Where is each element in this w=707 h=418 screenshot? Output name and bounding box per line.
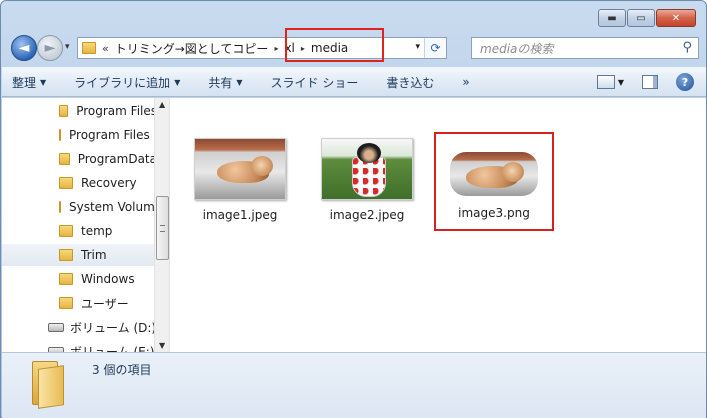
more-commands-icon: » (462, 75, 470, 89)
back-button[interactable]: ◄ (11, 35, 37, 61)
tree-item[interactable]: Windows (2, 268, 157, 290)
folder-icon (59, 105, 69, 117)
folder-icon (32, 359, 66, 409)
tree-item-selected[interactable]: Trim (2, 244, 157, 266)
chevron-down-icon: ▼ (40, 77, 47, 87)
folder-icon (59, 177, 73, 189)
tree-item[interactable]: ProgramData (2, 148, 157, 170)
item-count: 3 個の項目 (92, 363, 152, 377)
close-button[interactable]: ✕ (656, 9, 696, 27)
image-thumbnail (321, 138, 413, 200)
more-commands-button[interactable]: » (462, 75, 469, 89)
folder-front (38, 365, 64, 409)
tree-item-label: Windows (81, 272, 135, 286)
tree-item-label: ボリューム (E:) (70, 344, 155, 353)
folder-icon (82, 42, 96, 54)
forward-button[interactable]: ► (37, 35, 63, 61)
address-highlight-box (285, 28, 384, 62)
caption-buttons: ▬ ▭ ✕ (598, 9, 696, 27)
file-name: image1.jpeg (202, 208, 278, 222)
tree-item-drive[interactable]: ボリューム (E:) (2, 340, 157, 352)
tree-item-label: Trim (81, 248, 107, 262)
scroll-down-icon[interactable]: ▼ (159, 341, 165, 350)
tree-item-label: ProgramData (77, 152, 157, 166)
scrollbar-thumb[interactable] (156, 196, 169, 260)
folder-icon (59, 297, 73, 309)
include-in-library-label: ライブラリに追加 (74, 75, 171, 90)
tree-item-drive[interactable]: ボリューム (D:) (2, 316, 157, 338)
client-area: Program Files Program Files (x86) Progra… (2, 98, 706, 352)
share-label: 共有 (208, 75, 233, 90)
navigation-pane: Program Files Program Files (x86) Progra… (2, 98, 170, 352)
maximize-button[interactable]: ▭ (627, 9, 655, 27)
view-icon (596, 75, 615, 89)
change-view-button[interactable]: ▼ (596, 75, 624, 89)
details-pane: 3 個の項目 (2, 352, 706, 418)
folder-icon (59, 225, 73, 237)
folder-icon (59, 273, 73, 285)
drive-icon (48, 322, 64, 332)
breadcrumb-segment[interactable]: トリミング→図としてコピー (115, 40, 269, 57)
folder-icon (59, 153, 70, 165)
slideshow-label: スライド ショー (270, 75, 359, 90)
toolbar-right: ▼ ? (596, 73, 694, 91)
include-in-library-button[interactable]: ライブラリに追加 ▼ (74, 74, 180, 91)
tree-item-label: Program Files (x86) (69, 128, 157, 142)
address-bar[interactable]: « トリミング→図としてコピー ▸ xl ▸ media ▾ ⟳ (77, 37, 447, 59)
tree-item-label: Recovery (81, 176, 137, 190)
preview-pane-icon[interactable] (642, 75, 658, 89)
kitten-head (251, 156, 273, 176)
tree-item-label: ユーザー (81, 296, 129, 311)
recent-pages-dropdown[interactable]: ▾ (65, 42, 70, 52)
burn-label: 書き込む (386, 75, 435, 90)
minimize-button[interactable]: ▬ (598, 9, 626, 27)
tree-item[interactable]: Recovery (2, 172, 157, 194)
help-icon[interactable]: ? (676, 73, 694, 91)
file-item[interactable]: image2.jpeg (312, 138, 422, 222)
search-icon[interactable]: ⚲ (682, 40, 692, 55)
burn-button[interactable]: 書き込む (386, 74, 434, 91)
tree-item[interactable]: ユーザー (2, 292, 157, 314)
search-placeholder: mediaの検索 (480, 41, 554, 56)
slideshow-button[interactable]: スライド ショー (271, 74, 359, 91)
search-input[interactable]: mediaの検索 ⚲ (471, 37, 699, 59)
tree-item-label: Program Files (76, 104, 157, 118)
organize-button[interactable]: 整理 ▼ (12, 74, 46, 91)
command-bar: 整理 ▼ ライブラリに追加 ▼ 共有 ▼ スライド ショー 書き込む » ▼ ? (2, 67, 706, 97)
address-history-dropdown[interactable]: ▾ (415, 42, 420, 52)
chevron-down-icon: ▼ (617, 77, 624, 87)
file-highlight-box (434, 132, 554, 231)
share-button[interactable]: 共有 ▼ (208, 74, 242, 91)
tree-item[interactable]: temp (2, 220, 157, 242)
image-thumbnail (194, 138, 286, 200)
puppy-head (357, 143, 381, 163)
chevron-down-icon: ▼ (236, 77, 243, 87)
organize-label: 整理 (12, 75, 37, 90)
polka-dot-cup (352, 157, 386, 197)
tree-item[interactable]: Program Files (x86) (2, 124, 157, 146)
chevron-down-icon: ▼ (174, 77, 181, 87)
folder-icon (59, 249, 73, 261)
breadcrumb-separator-icon[interactable]: ▸ (274, 44, 278, 53)
folder-icon (59, 129, 61, 141)
tree-item-label: temp (81, 224, 113, 238)
file-name: image2.jpeg (329, 208, 405, 222)
tree-item-label: ボリューム (D:) (70, 320, 157, 335)
explorer-window: ▬ ▭ ✕ ◄ ► ▾ « トリミング→図としてコピー ▸ xl ▸ media… (0, 0, 707, 418)
tree-item[interactable]: Program Files (2, 100, 157, 122)
tree-item[interactable]: System Volume Information (2, 196, 157, 218)
refresh-icon[interactable]: ⟳ (424, 38, 446, 58)
grip-icon (160, 225, 165, 232)
scroll-up-icon[interactable]: ▲ (159, 100, 165, 109)
vertical-scrollbar[interactable]: ▲ ▼ (154, 98, 169, 352)
address-overflow-chevron[interactable]: « (102, 42, 109, 55)
folder-icon (59, 201, 61, 213)
file-item[interactable]: image1.jpeg (185, 138, 295, 222)
tree-item-label: System Volume Information (69, 200, 157, 214)
